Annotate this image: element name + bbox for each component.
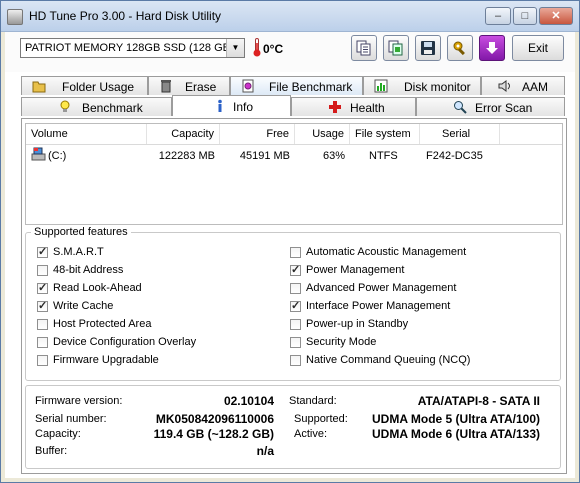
checkbox[interactable] [290, 337, 301, 348]
temperature-readout: 0°C [263, 42, 284, 56]
cell-capacity: 122283 MB [158, 150, 215, 162]
checkbox[interactable] [37, 299, 48, 312]
tab-error-scan[interactable]: Error Scan [416, 97, 565, 116]
cell-free: 45191 MB [239, 150, 290, 162]
column-header-file-system[interactable]: File system [350, 124, 420, 144]
checkbox[interactable] [290, 319, 301, 330]
trash-icon [161, 80, 171, 93]
checkbox[interactable] [290, 283, 301, 294]
download-button[interactable] [479, 35, 505, 61]
tab-disk-monitor[interactable]: Disk monitor [363, 76, 481, 95]
app-window: HD Tune Pro 3.00 - Hard Disk Utility – □… [0, 0, 580, 483]
tab-benchmark[interactable]: Benchmark [21, 97, 172, 116]
capacity-label: Capacity: [35, 428, 81, 440]
minimize-button[interactable]: – [485, 7, 511, 25]
info-panel: Volume Capacity Free Usage File system S… [21, 118, 567, 474]
drive-icon [31, 147, 46, 161]
checkbox[interactable] [290, 299, 301, 312]
capacity-value: 119.4 GB (~128.2 GB) [153, 427, 274, 441]
window-title: HD Tune Pro 3.00 - Hard Disk Utility [29, 9, 222, 23]
client-area: PATRIOT MEMORY 128GB SSD (128 GB) ▼ 0°C [5, 32, 575, 478]
cell-serial: F242-DC35 [426, 150, 483, 162]
supported-mode-value: UDMA Mode 5 (Ultra ATA/100) [371, 412, 540, 426]
standard-value: ATA/ATAPI-8 - SATA II [417, 394, 540, 408]
firmware-value: 02.10104 [223, 394, 274, 408]
checkbox[interactable] [37, 355, 48, 366]
disk-monitor-icon [374, 79, 388, 93]
checkbox[interactable] [290, 247, 301, 258]
firmware-label: Firmware version: [35, 395, 123, 407]
tab-strip: Folder Usage Erase File Benchmark Disk m… [5, 76, 575, 118]
thermometer-icon [253, 38, 261, 57]
copy-icon [356, 40, 371, 56]
copy-text-button[interactable] [351, 35, 377, 61]
tab-health[interactable]: Health [291, 97, 416, 116]
copy-screenshot-button[interactable] [383, 35, 409, 61]
toolbar: PATRIOT MEMORY 128GB SSD (128 GB) ▼ 0°C [5, 32, 575, 72]
checkbox[interactable] [37, 337, 48, 348]
checkbox[interactable] [290, 355, 301, 366]
copy-image-icon [388, 40, 403, 56]
serial-value: MK050842096110006 [155, 412, 274, 426]
table-header: Volume Capacity Free Usage File system S… [26, 124, 562, 145]
options-button[interactable] [447, 35, 473, 61]
checkbox[interactable] [290, 263, 301, 276]
app-icon [7, 9, 23, 25]
floppy-disk-icon [421, 41, 435, 55]
active-mode-value: UDMA Mode 6 (Ultra ATA/133) [371, 427, 540, 441]
lightbulb-icon [60, 100, 70, 112]
column-header-usage[interactable]: Usage [295, 124, 350, 144]
checkbox[interactable] [37, 265, 48, 276]
checkbox[interactable] [37, 281, 48, 294]
active-label: Active: [294, 428, 328, 440]
title-bar: HD Tune Pro 3.00 - Hard Disk Utility – □… [1, 1, 579, 32]
drive-select-value: PATRIOT MEMORY 128GB SSD (128 GB) [25, 42, 234, 54]
column-header-free[interactable]: Free [220, 124, 295, 144]
folder-icon [32, 81, 46, 93]
tab-info[interactable]: Info [172, 95, 291, 116]
tab-aam[interactable]: AAM [481, 76, 565, 95]
save-button[interactable] [415, 35, 441, 61]
serial-label: Serial number: [35, 413, 107, 425]
maximize-button[interactable]: □ [513, 7, 537, 25]
file-benchmark-icon [242, 79, 254, 93]
volume-table: Volume Capacity Free Usage File system S… [25, 123, 563, 225]
cell-usage: 63% [322, 150, 345, 162]
buffer-value: n/a [256, 444, 274, 458]
chevron-down-icon[interactable]: ▼ [226, 39, 244, 57]
supported-features-group: Supported features S.M.A.R.T 48-bit Addr… [25, 226, 561, 381]
tab-file-benchmark[interactable]: File Benchmark [230, 76, 363, 95]
tab-erase[interactable]: Erase [148, 76, 230, 95]
checkbox[interactable] [37, 319, 48, 330]
cell-file-system: NTFS [369, 150, 398, 162]
drive-select[interactable]: PATRIOT MEMORY 128GB SSD (128 GB) ▼ [20, 38, 245, 58]
exit-button[interactable]: Exit [512, 35, 564, 61]
standard-label: Standard: [289, 395, 337, 407]
buffer-label: Buffer: [35, 445, 68, 457]
speaker-icon [498, 80, 510, 92]
magnifier-icon [454, 101, 467, 114]
settings-wrench-icon [453, 41, 465, 56]
column-header-serial[interactable]: Serial [420, 124, 500, 144]
checkbox[interactable] [37, 245, 48, 258]
arrow-down-icon [486, 42, 498, 54]
drive-details-group: Firmware version: 02.10104 Serial number… [25, 385, 561, 469]
column-header-volume[interactable]: Volume [26, 124, 147, 144]
cell-volume: (C:) [48, 150, 67, 162]
supported-label: Supported: [294, 413, 348, 425]
health-cross-icon [329, 101, 341, 113]
tab-folder-usage[interactable]: Folder Usage [21, 76, 148, 95]
info-icon [218, 99, 222, 112]
close-button[interactable]: ✕ [539, 7, 573, 25]
column-header-capacity[interactable]: Capacity [147, 124, 220, 144]
supported-features-title: Supported features [31, 226, 131, 238]
